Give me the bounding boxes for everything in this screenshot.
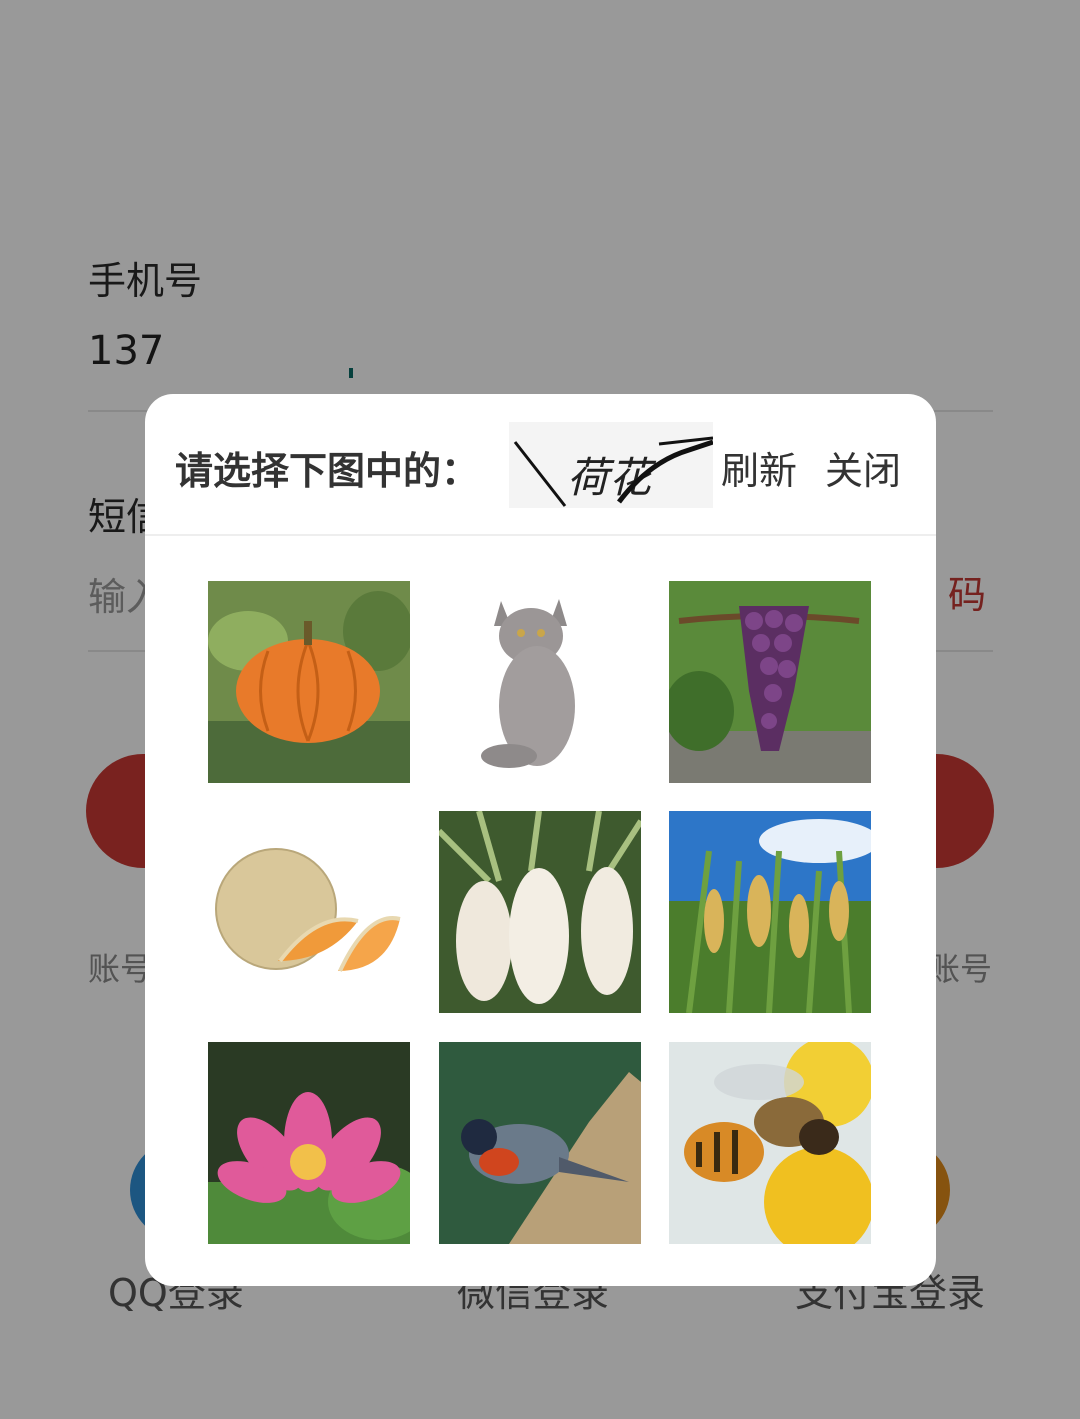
tile-bee[interactable] [669, 1042, 871, 1244]
tile-cantaloupe[interactable] [208, 811, 410, 1013]
tile-bird[interactable] [439, 1042, 641, 1244]
tile-radish[interactable] [439, 811, 641, 1013]
dialog-title: 请选择下图中的： [175, 449, 480, 493]
tile-rice[interactable] [669, 811, 871, 1013]
tile-grapes[interactable] [669, 581, 871, 783]
captcha-noise-lines [513, 436, 713, 507]
rice-image [669, 811, 871, 1013]
dialog-header: 请选择下图中的： 荷花 刷新 关闭 [145, 394, 936, 536]
lotus-image [208, 1042, 410, 1244]
grapes-image [669, 581, 871, 783]
tile-pumpkin[interactable] [208, 581, 410, 783]
close-button[interactable]: 关闭 [825, 440, 901, 495]
captcha-image: 荷花 [509, 422, 713, 508]
cat-image [439, 581, 641, 783]
refresh-button[interactable]: 刷新 [721, 440, 797, 495]
bird-image [439, 1042, 641, 1244]
radish-image [439, 811, 641, 1013]
cantaloupe-image [208, 811, 410, 1013]
tile-lotus[interactable] [208, 1042, 410, 1244]
tile-cat[interactable] [439, 581, 641, 783]
bee-image [669, 1042, 871, 1244]
pumpkin-image [208, 581, 410, 783]
captcha-dialog: 请选择下图中的： 荷花 刷新 关闭 [145, 394, 936, 1286]
